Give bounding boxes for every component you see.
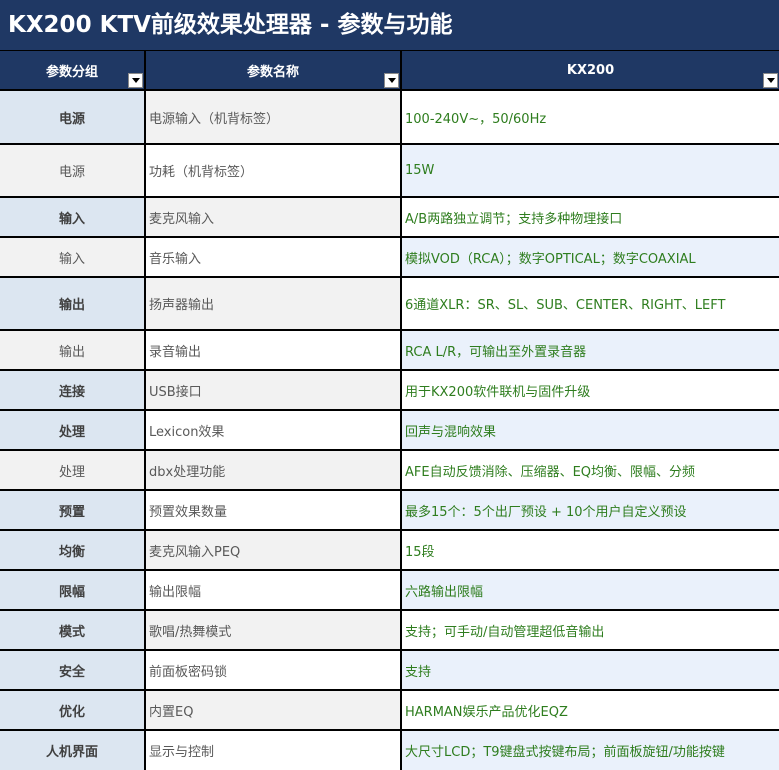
cell-group[interactable]: 优化 (0, 691, 144, 729)
cell-name[interactable]: 预置效果数量 (146, 491, 400, 529)
cell-group[interactable]: 输入 (0, 238, 144, 276)
sheet-title: KX200 KTV前级效果处理器 - 参数与功能 (0, 0, 779, 50)
spreadsheet: KX200 KTV前级效果处理器 - 参数与功能 参数分组 参数名称 KX200… (0, 0, 779, 770)
cell-value[interactable]: 回声与混响效果 (402, 411, 779, 449)
cell-value[interactable]: 大尺寸LCD；T9键盘式按键布局；前面板旋钮/功能按键 (402, 731, 779, 770)
cell-value[interactable]: 15W (402, 145, 779, 196)
column-header-name[interactable]: 参数名称 (146, 51, 400, 89)
column-header-group-label: 参数分组 (45, 64, 98, 80)
filter-dropdown-icon[interactable] (128, 73, 143, 88)
cell-name[interactable]: Lexicon效果 (146, 411, 400, 449)
cell-group[interactable]: 限幅 (0, 571, 144, 609)
cell-value[interactable]: A/B两路独立调节；支持多种物理接口 (402, 198, 779, 236)
cell-name[interactable]: 歌唱/热舞模式 (146, 611, 400, 649)
cell-name[interactable]: 麦克风输入 (146, 198, 400, 236)
cell-value[interactable]: 100-240V~，50/60Hz (402, 91, 779, 143)
cell-value[interactable]: 15段 (402, 531, 779, 569)
cell-name[interactable]: 显示与控制 (146, 731, 400, 770)
cell-group[interactable]: 连接 (0, 371, 144, 409)
cell-group[interactable]: 人机界面 (0, 731, 144, 770)
cell-value[interactable]: 用于KX200软件联机与固件升级 (402, 371, 779, 409)
column-header-model-label: KX200 (566, 62, 615, 78)
cell-group[interactable]: 模式 (0, 611, 144, 649)
column-header-group[interactable]: 参数分组 (0, 51, 144, 89)
cell-value[interactable]: HARMAN娱乐产品优化EQZ (402, 691, 779, 729)
cell-group[interactable]: 输出 (0, 278, 144, 329)
cell-group[interactable]: 输入 (0, 198, 144, 236)
cell-name[interactable]: 输出限幅 (146, 571, 400, 609)
cell-group[interactable]: 安全 (0, 651, 144, 689)
cell-value[interactable]: 6通道XLR：SR、SL、SUB、CENTER、RIGHT、LEFT (402, 278, 779, 329)
cell-value[interactable]: 六路输出限幅 (402, 571, 779, 609)
filter-dropdown-icon[interactable] (384, 73, 399, 88)
column-header-model[interactable]: KX200 (402, 51, 779, 89)
cell-name[interactable]: 功耗（机背标签） (146, 145, 400, 196)
cell-name[interactable]: USB接口 (146, 371, 400, 409)
cell-value[interactable]: 模拟VOD（RCA）；数字OPTICAL；数字COAXIAL (402, 238, 779, 276)
cell-group[interactable]: 预置 (0, 491, 144, 529)
cell-group[interactable]: 处理 (0, 451, 144, 489)
cell-value[interactable]: AFE自动反馈消除、压缩器、EQ均衡、限幅、分频 (402, 451, 779, 489)
cell-group[interactable]: 电源 (0, 145, 144, 196)
cell-group[interactable]: 电源 (0, 91, 144, 143)
cell-group[interactable]: 均衡 (0, 531, 144, 569)
cell-group[interactable]: 处理 (0, 411, 144, 449)
cell-name[interactable]: 录音输出 (146, 331, 400, 369)
cell-name[interactable]: 电源输入（机背标签） (146, 91, 400, 143)
cell-name[interactable]: 内置EQ (146, 691, 400, 729)
column-header-name-label: 参数名称 (246, 64, 299, 80)
cell-value[interactable]: RCA L/R，可输出至外置录音器 (402, 331, 779, 369)
cell-value[interactable]: 支持 (402, 651, 779, 689)
cell-name[interactable]: 音乐输入 (146, 238, 400, 276)
cell-name[interactable]: 麦克风输入PEQ (146, 531, 400, 569)
cell-name[interactable]: 前面板密码锁 (146, 651, 400, 689)
filter-dropdown-icon[interactable] (763, 73, 778, 88)
cell-name[interactable]: 扬声器输出 (146, 278, 400, 329)
cell-value[interactable]: 支持；可手动/自动管理超低音输出 (402, 611, 779, 649)
cell-value[interactable]: 最多15个：5个出厂预设 + 10个用户自定义预设 (402, 491, 779, 529)
cell-name[interactable]: dbx处理功能 (146, 451, 400, 489)
cell-group[interactable]: 输出 (0, 331, 144, 369)
